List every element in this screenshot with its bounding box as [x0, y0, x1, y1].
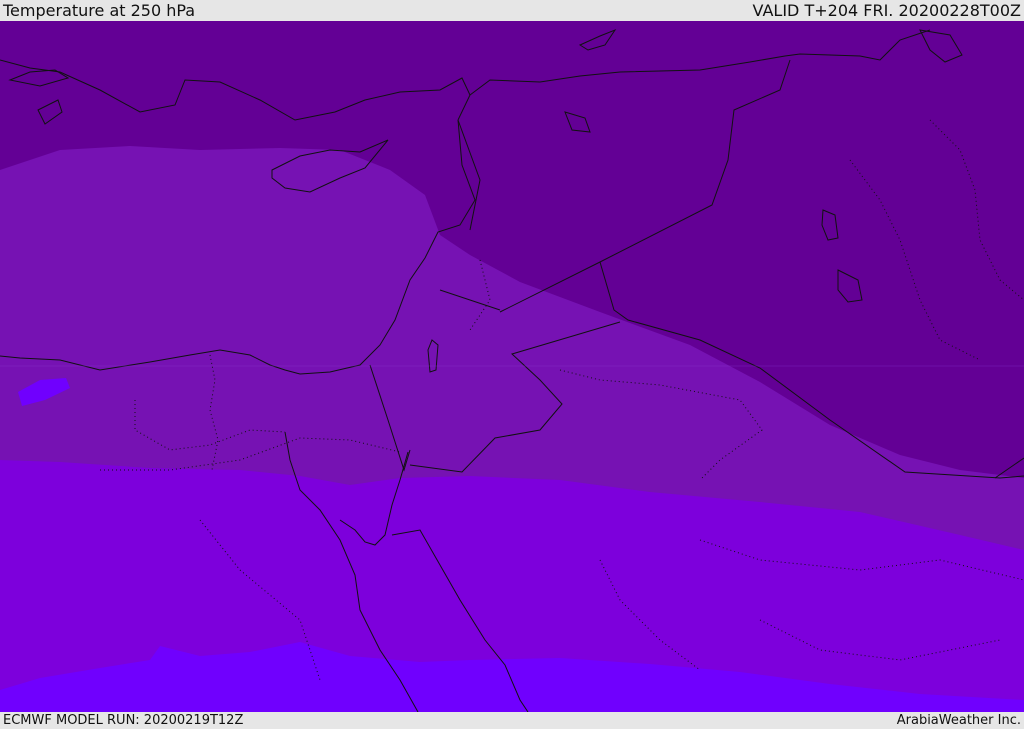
- valid-time: VALID T+204 FRI. 20200228T00Z: [752, 1, 1021, 20]
- temperature-map[interactable]: [0, 21, 1024, 712]
- header-bar: Temperature at 250 hPa VALID T+204 FRI. …: [0, 0, 1024, 21]
- model-run: ECMWF MODEL RUN: 20200219T12Z: [3, 713, 244, 728]
- map-title: Temperature at 250 hPa: [3, 1, 196, 20]
- footer-bar: ECMWF MODEL RUN: 20200219T12Z ArabiaWeat…: [0, 712, 1024, 729]
- credit: ArabiaWeather Inc.: [896, 713, 1021, 728]
